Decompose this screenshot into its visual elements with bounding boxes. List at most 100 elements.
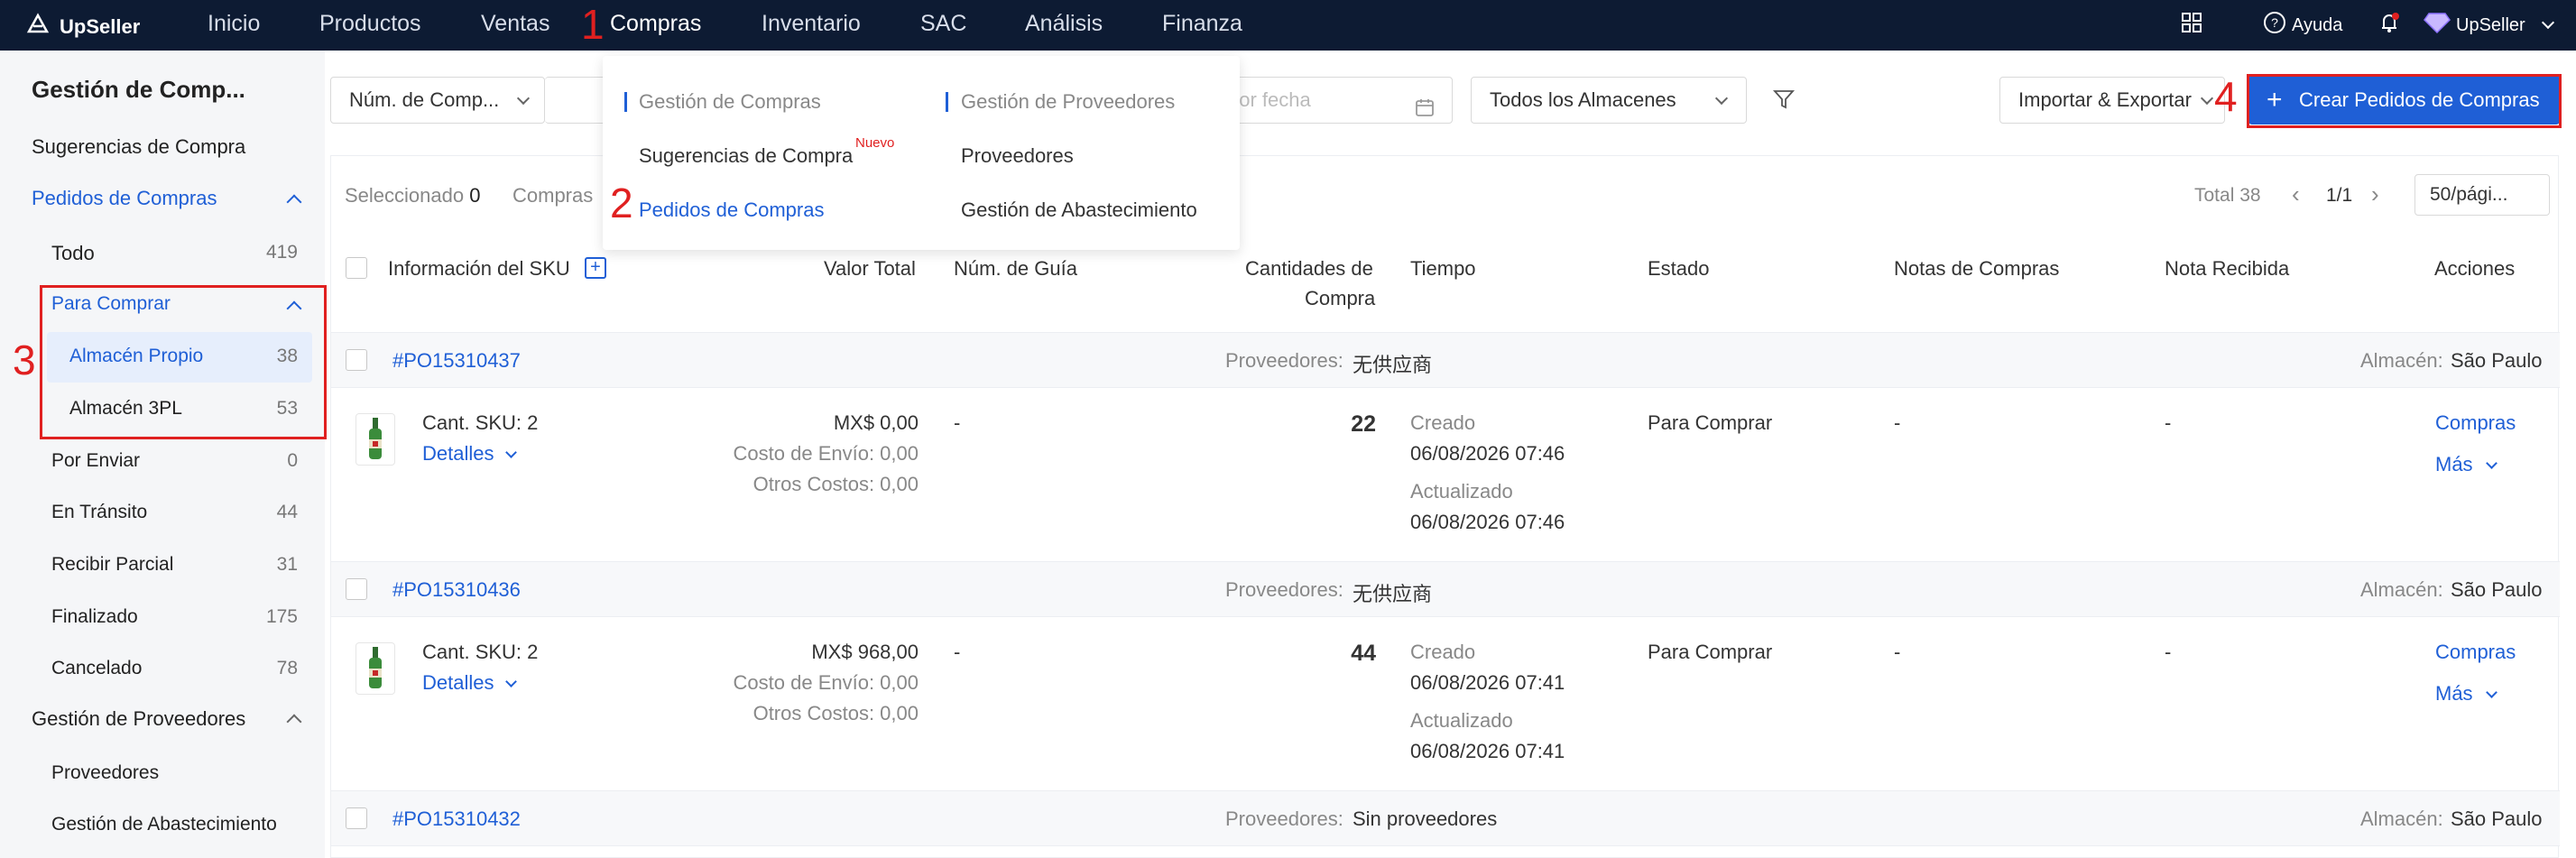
dropdown-item-proveedores[interactable]: Proveedores xyxy=(961,144,1074,168)
sidebar-item-en-transito[interactable]: En Tránsito xyxy=(51,502,147,523)
column-nota-recibida: Nota Recibida xyxy=(2165,257,2290,280)
warehouse-name: São Paulo xyxy=(2451,807,2543,830)
product-thumbnail[interactable] xyxy=(355,642,395,695)
sidebar-item-gestion-proveedores[interactable]: Gestión de Proveedores xyxy=(32,707,245,731)
compras-action-link[interactable]: Compras xyxy=(2435,411,2516,435)
selected-count: 0 xyxy=(469,184,481,207)
purchase-quantity: 44 xyxy=(1351,641,1376,666)
other-costs: Otros Costos: 0,00 xyxy=(752,702,919,724)
product-thumbnail[interactable] xyxy=(355,413,395,466)
supplier-label: Proveedores: xyxy=(1225,578,1343,601)
nav-analisis[interactable]: Análisis xyxy=(1025,0,1103,51)
nav-inicio[interactable]: Inicio xyxy=(208,0,260,51)
order-checkbox[interactable] xyxy=(346,807,367,829)
dropdown-item-pedidos[interactable]: Pedidos de Compras xyxy=(639,198,824,222)
order-checkbox[interactable] xyxy=(346,349,367,371)
notifications-button[interactable] xyxy=(2377,0,2402,51)
order-id-link[interactable]: #PO15310436 xyxy=(392,578,521,602)
warehouse-label: Almacén: xyxy=(2360,349,2443,372)
annotation-4: 4 xyxy=(2214,73,2238,120)
order-total-value: MX$ 968,00 xyxy=(811,641,919,663)
order-status: Para Comprar xyxy=(1648,641,1773,663)
calendar-icon xyxy=(1414,89,1436,134)
diamond-icon xyxy=(2424,11,2451,40)
chevron-down-icon xyxy=(2200,91,2214,106)
nav-finanza[interactable]: Finanza xyxy=(1162,0,1242,51)
nav-productos[interactable]: Productos xyxy=(319,0,421,51)
sidebar-item-por-enviar[interactable]: Por Enviar xyxy=(51,450,140,472)
order-checkbox[interactable] xyxy=(346,578,367,600)
select-all-checkbox[interactable] xyxy=(346,257,367,279)
finalizado-count: 175 xyxy=(265,606,298,627)
order-id-link[interactable]: #PO15310432 xyxy=(392,807,521,831)
sidebar xyxy=(0,51,325,858)
more-actions-dropdown[interactable]: Más xyxy=(2435,453,2498,476)
warehouse-label: Almacén: xyxy=(2360,578,2443,601)
page-size-value: 50/pági... xyxy=(2430,184,2508,205)
import-export-label: Importar & Exportar xyxy=(2018,88,2192,111)
warehouse-name: São Paulo xyxy=(2451,578,2543,601)
help-icon: ? xyxy=(2263,11,2286,40)
search-type-select[interactable]: Núm. de Comp... xyxy=(330,77,545,124)
recibir-parcial-count: 31 xyxy=(276,554,298,575)
created-time: 06/08/2026 07:41 xyxy=(1410,671,1565,694)
import-export-dropdown[interactable]: Importar & Exportar xyxy=(1999,77,2225,124)
details-label: Detalles xyxy=(422,671,494,694)
search-input[interactable] xyxy=(545,77,608,124)
dropdown-item-abastecimiento[interactable]: Gestión de Abastecimiento xyxy=(961,198,1197,222)
order-id-link[interactable]: #PO15310437 xyxy=(392,349,521,373)
account-menu[interactable]: UpSeller xyxy=(2424,0,2554,51)
sidebar-item-cancelado[interactable]: Cancelado xyxy=(51,658,142,679)
sidebar-item-pedidos[interactable]: Pedidos de Compras xyxy=(32,187,217,210)
received-notes: - xyxy=(2165,641,2172,663)
chevron-down-icon xyxy=(504,447,517,458)
compras-bulk-action[interactable]: Compras xyxy=(512,184,593,208)
prev-page-icon[interactable]: ‹ xyxy=(2292,180,2300,208)
supplier-name: Sin proveedores xyxy=(1353,807,1498,830)
todo-count: 419 xyxy=(265,242,298,263)
sku-count: Cant. SKU: 2 xyxy=(422,641,539,663)
nav-inventario[interactable]: Inventario xyxy=(762,0,861,51)
sidebar-item-finalizado[interactable]: Finalizado xyxy=(51,606,138,628)
filter-icon[interactable] xyxy=(1772,88,1796,115)
bell-icon xyxy=(2377,10,2402,41)
sidebar-item-recibir-parcial[interactable]: Recibir Parcial xyxy=(51,554,173,576)
page-size-select[interactable]: 50/pági... xyxy=(2414,174,2550,216)
highlight-box-para-comprar xyxy=(40,285,327,439)
sidebar-title: Gestión de Comp... xyxy=(32,76,245,103)
apps-grid-button[interactable] xyxy=(2180,0,2203,51)
brand-name: UpSeller xyxy=(60,15,141,38)
highlight-box-create-button xyxy=(2247,74,2562,128)
sidebar-item-proveedores[interactable]: Proveedores xyxy=(51,762,159,784)
tracking-number: - xyxy=(954,411,961,434)
nav-ventas[interactable]: Ventas xyxy=(481,0,549,51)
column-estado: Estado xyxy=(1648,257,1710,280)
more-actions-dropdown[interactable]: Más xyxy=(2435,682,2498,706)
sidebar-item-gestion-abastecimiento[interactable]: Gestión de Abastecimiento xyxy=(51,814,277,835)
updated-time: 06/08/2026 07:41 xyxy=(1410,740,1565,762)
warehouse-value: Todos los Almacenes xyxy=(1490,88,1676,111)
dropdown-item-sugerencias[interactable]: Sugerencias de Compra xyxy=(639,144,853,168)
details-toggle[interactable]: Detalles xyxy=(422,671,517,695)
details-toggle[interactable]: Detalles xyxy=(422,442,517,466)
shipping-cost: Costo de Envío: 0,00 xyxy=(733,442,919,465)
order-group-header xyxy=(331,561,2560,617)
chevron-down-icon xyxy=(504,676,517,687)
nav-sac[interactable]: SAC xyxy=(920,0,966,51)
next-page-icon[interactable]: › xyxy=(2371,180,2379,208)
warehouse-select[interactable]: Todos los Almacenes xyxy=(1471,77,1747,124)
received-notes: - xyxy=(2165,411,2172,434)
help-button[interactable]: ? Ayuda xyxy=(2263,0,2342,51)
sidebar-item-todo[interactable]: Todo xyxy=(51,242,95,265)
nav-compras[interactable]: Compras xyxy=(610,0,701,51)
date-range-input[interactable]: por fecha xyxy=(1209,77,1453,124)
order-status: Para Comprar xyxy=(1648,411,1773,434)
sidebar-item-sugerencias[interactable]: Sugerencias de Compra xyxy=(32,135,245,159)
sku-count: Cant. SKU: 2 xyxy=(422,411,539,434)
annotation-1: 1 xyxy=(581,1,605,48)
account-name: UpSeller xyxy=(2456,14,2525,35)
chevron-down-icon xyxy=(2485,457,2498,469)
expand-columns-icon[interactable]: + xyxy=(585,257,606,279)
compras-action-link[interactable]: Compras xyxy=(2435,641,2516,664)
brand-logo[interactable]: UpSeller xyxy=(25,12,140,42)
